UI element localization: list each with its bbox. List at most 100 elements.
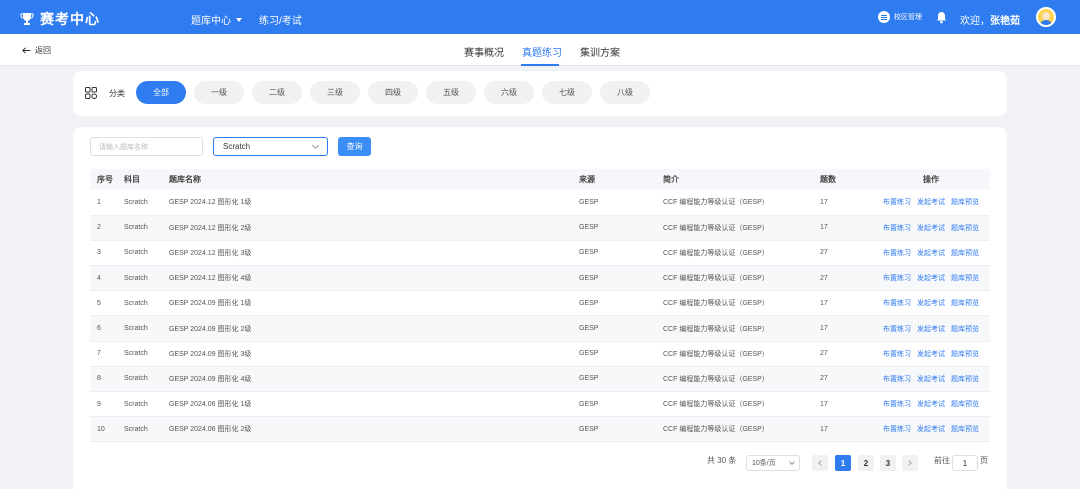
category-chip-level-2[interactable]: 二级 bbox=[252, 81, 302, 104]
row-actions: 布置练习 发起考试 题库预览 bbox=[872, 416, 990, 443]
trophy-icon bbox=[20, 13, 34, 25]
table-row: 6 Scratch GESP 2024.09 图形化 2级 GESP CCF 编程能力等… bbox=[90, 315, 990, 342]
preview-bank-link[interactable]: 题库预览 bbox=[951, 376, 979, 383]
category-filter-card: 分类 全部 一级 二级 三级 四级 五级 六级 七级 八级 bbox=[73, 71, 1007, 116]
row-subject: Scratch bbox=[124, 215, 169, 241]
row-description: CCF 编程能力等级认证（GESP） bbox=[663, 416, 820, 443]
page-size-select[interactable]: 10条/页 bbox=[746, 455, 800, 471]
avatar[interactable] bbox=[1036, 7, 1056, 27]
row-actions: 布置练习 发起考试 题库预览 bbox=[872, 391, 990, 418]
row-name: GESP 2024.12 图形化 3级 bbox=[169, 240, 579, 267]
row-subject: Scratch bbox=[124, 190, 169, 216]
start-exam-link[interactable]: 发起考试 bbox=[917, 376, 945, 383]
page-button-2[interactable]: 2 bbox=[858, 455, 874, 471]
start-exam-link[interactable]: 发起考试 bbox=[917, 351, 945, 358]
back-button[interactable]: 返回 bbox=[22, 45, 51, 56]
preview-bank-link[interactable]: 题库预览 bbox=[951, 326, 979, 333]
query-button[interactable]: 查询 bbox=[338, 137, 371, 156]
preview-bank-link[interactable]: 题库预览 bbox=[951, 225, 979, 232]
preview-bank-link[interactable]: 题库预览 bbox=[951, 300, 979, 307]
start-exam-link[interactable]: 发起考试 bbox=[917, 326, 945, 333]
category-chip-all[interactable]: 全部 bbox=[136, 81, 186, 104]
row-name: GESP 2024.09 图形化 1级 bbox=[169, 290, 579, 317]
goto-page-input[interactable]: 1 bbox=[952, 455, 978, 471]
row-subject: Scratch bbox=[124, 416, 169, 443]
assign-practice-link[interactable]: 布置练习 bbox=[883, 225, 911, 232]
row-count: 17 bbox=[820, 391, 872, 418]
category-label: 分类 bbox=[109, 89, 125, 98]
preview-bank-link[interactable]: 题库预览 bbox=[951, 351, 979, 358]
page-button-1[interactable]: 1 bbox=[835, 455, 851, 471]
row-index: 1 bbox=[90, 190, 124, 216]
prev-page-button[interactable] bbox=[812, 455, 828, 471]
assign-practice-link[interactable]: 布置练习 bbox=[883, 401, 911, 408]
table-row: 5 Scratch GESP 2024.09 图形化 1级 GESP CCF 编程能力等… bbox=[90, 290, 990, 317]
subject-select[interactable]: Scratch bbox=[213, 137, 328, 156]
page-button-3[interactable]: 3 bbox=[880, 455, 896, 471]
category-chip-level-7[interactable]: 七级 bbox=[542, 81, 592, 104]
start-exam-link[interactable]: 发起考试 bbox=[917, 199, 945, 206]
row-source: GESP bbox=[579, 366, 663, 393]
table-row: 8 Scratch GESP 2024.09 图形化 4级 GESP CCF 编程能力等… bbox=[90, 366, 990, 393]
row-name: GESP 2024.06 图形化 1级 bbox=[169, 391, 579, 418]
category-chip-level-5[interactable]: 五级 bbox=[426, 81, 476, 104]
start-exam-link[interactable]: 发起考试 bbox=[917, 275, 945, 282]
assign-practice-link[interactable]: 布置练习 bbox=[883, 376, 911, 383]
row-description: CCF 编程能力等级认证（GESP） bbox=[663, 190, 820, 216]
assign-practice-link[interactable]: 布置练习 bbox=[883, 199, 911, 206]
row-subject: Scratch bbox=[124, 290, 169, 317]
assign-practice-link[interactable]: 布置练习 bbox=[883, 300, 911, 307]
start-exam-link[interactable]: 发起考试 bbox=[917, 250, 945, 257]
row-name: GESP 2024.12 图形化 4级 bbox=[169, 265, 579, 292]
category-chip-level-4[interactable]: 四级 bbox=[368, 81, 418, 104]
nav-question-bank[interactable]: 题库中心 bbox=[191, 12, 242, 27]
active-tab-indicator bbox=[521, 64, 559, 66]
assign-practice-link[interactable]: 布置练习 bbox=[883, 426, 911, 433]
nav-practice-exam[interactable]: 练习/考试 bbox=[259, 12, 302, 27]
goto-prefix: 前往 bbox=[934, 456, 950, 465]
preview-bank-link[interactable]: 题库预览 bbox=[951, 426, 979, 433]
category-chip-level-8[interactable]: 八级 bbox=[600, 81, 650, 104]
assign-practice-link[interactable]: 布置练习 bbox=[883, 275, 911, 282]
table-row: 4 Scratch GESP 2024.12 图形化 4级 GESP CCF 编程能力等… bbox=[90, 265, 990, 292]
start-exam-link[interactable]: 发起考试 bbox=[917, 300, 945, 307]
table-row: 1 Scratch GESP 2024.12 图形化 1级 GESP CCF 编程能力等… bbox=[90, 190, 990, 216]
start-exam-link[interactable]: 发起考试 bbox=[917, 225, 945, 232]
back-label: 返回 bbox=[35, 46, 51, 55]
menu-icon bbox=[878, 11, 890, 23]
tab-training-plan[interactable]: 集训方案 bbox=[580, 44, 620, 59]
start-exam-link[interactable]: 发起考试 bbox=[917, 426, 945, 433]
tab-event-overview[interactable]: 赛事概况 bbox=[464, 44, 504, 59]
assign-practice-link[interactable]: 布置练习 bbox=[883, 250, 911, 257]
row-source: GESP bbox=[579, 240, 663, 267]
preview-bank-link[interactable]: 题库预览 bbox=[951, 275, 979, 282]
row-source: GESP bbox=[579, 391, 663, 418]
assign-practice-link[interactable]: 布置练习 bbox=[883, 351, 911, 358]
preview-bank-link[interactable]: 题库预览 bbox=[951, 199, 979, 206]
start-exam-link[interactable]: 发起考试 bbox=[917, 401, 945, 408]
category-chip-level-1[interactable]: 一级 bbox=[194, 81, 244, 104]
row-subject: Scratch bbox=[124, 265, 169, 292]
category-grid-icon bbox=[85, 87, 97, 99]
app-logo[interactable]: 赛考中心 bbox=[20, 9, 100, 29]
user-name: 张艳茹 bbox=[990, 16, 1020, 27]
top-bar: 赛考中心 题库中心 练习/考试 校区管理 欢迎，张艳茹 bbox=[0, 0, 1080, 34]
preview-bank-link[interactable]: 题库预览 bbox=[951, 401, 979, 408]
campus-management-label: 校区管理 bbox=[894, 14, 922, 21]
app-title: 赛考中心 bbox=[40, 11, 100, 27]
row-source: GESP bbox=[579, 290, 663, 317]
row-description: CCF 编程能力等级认证（GESP） bbox=[663, 265, 820, 292]
next-page-button[interactable] bbox=[902, 455, 918, 471]
category-chip-level-3[interactable]: 三级 bbox=[310, 81, 360, 104]
assign-practice-link[interactable]: 布置练习 bbox=[883, 326, 911, 333]
campus-management-button[interactable]: 校区管理 bbox=[878, 11, 922, 23]
category-chip-level-6[interactable]: 六级 bbox=[484, 81, 534, 104]
bell-icon[interactable] bbox=[936, 11, 947, 24]
header-name: 题库名称 bbox=[169, 169, 579, 190]
preview-bank-link[interactable]: 题库预览 bbox=[951, 250, 979, 257]
row-description: CCF 编程能力等级认证（GESP） bbox=[663, 290, 820, 317]
search-input[interactable]: 请输入题库名称 bbox=[90, 137, 203, 156]
table-row: 2 Scratch GESP 2024.12 图形化 2级 GESP CCF 编程能力等… bbox=[90, 215, 990, 241]
row-index: 9 bbox=[90, 391, 124, 418]
tab-past-exam-practice[interactable]: 真题练习 bbox=[522, 44, 562, 59]
